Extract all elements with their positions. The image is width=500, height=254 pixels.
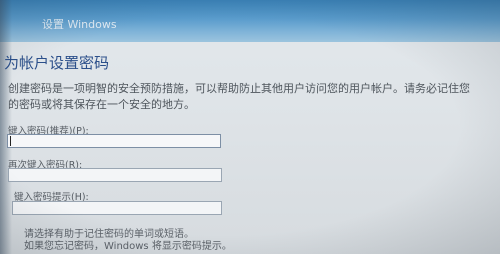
window-title: 设置 Windows — [42, 18, 117, 31]
text-caret — [10, 136, 11, 146]
page-heading: 为帐户设置密码 — [4, 54, 110, 72]
hint-text-line-2: 如果您忘记密码，Windows 将显示密码提示。 — [24, 241, 232, 252]
password-hint-input[interactable] — [12, 201, 222, 215]
description-line-2: 的密码或将其保存在一个安全的地方。 — [8, 98, 195, 111]
setup-windows-screen: 设置 Windows 为帐户设置密码 创建密码是一项明智的安全预防措施，可以帮助… — [0, 0, 500, 254]
description-line-1: 创建密码是一项明智的安全预防措施，可以帮助防止其他用户访问您的用户帐户。请务必记… — [8, 82, 470, 95]
confirm-password-input[interactable] — [8, 168, 222, 182]
password-input[interactable] — [7, 134, 221, 148]
window-titlebar: 设置 Windows — [0, 0, 500, 42]
